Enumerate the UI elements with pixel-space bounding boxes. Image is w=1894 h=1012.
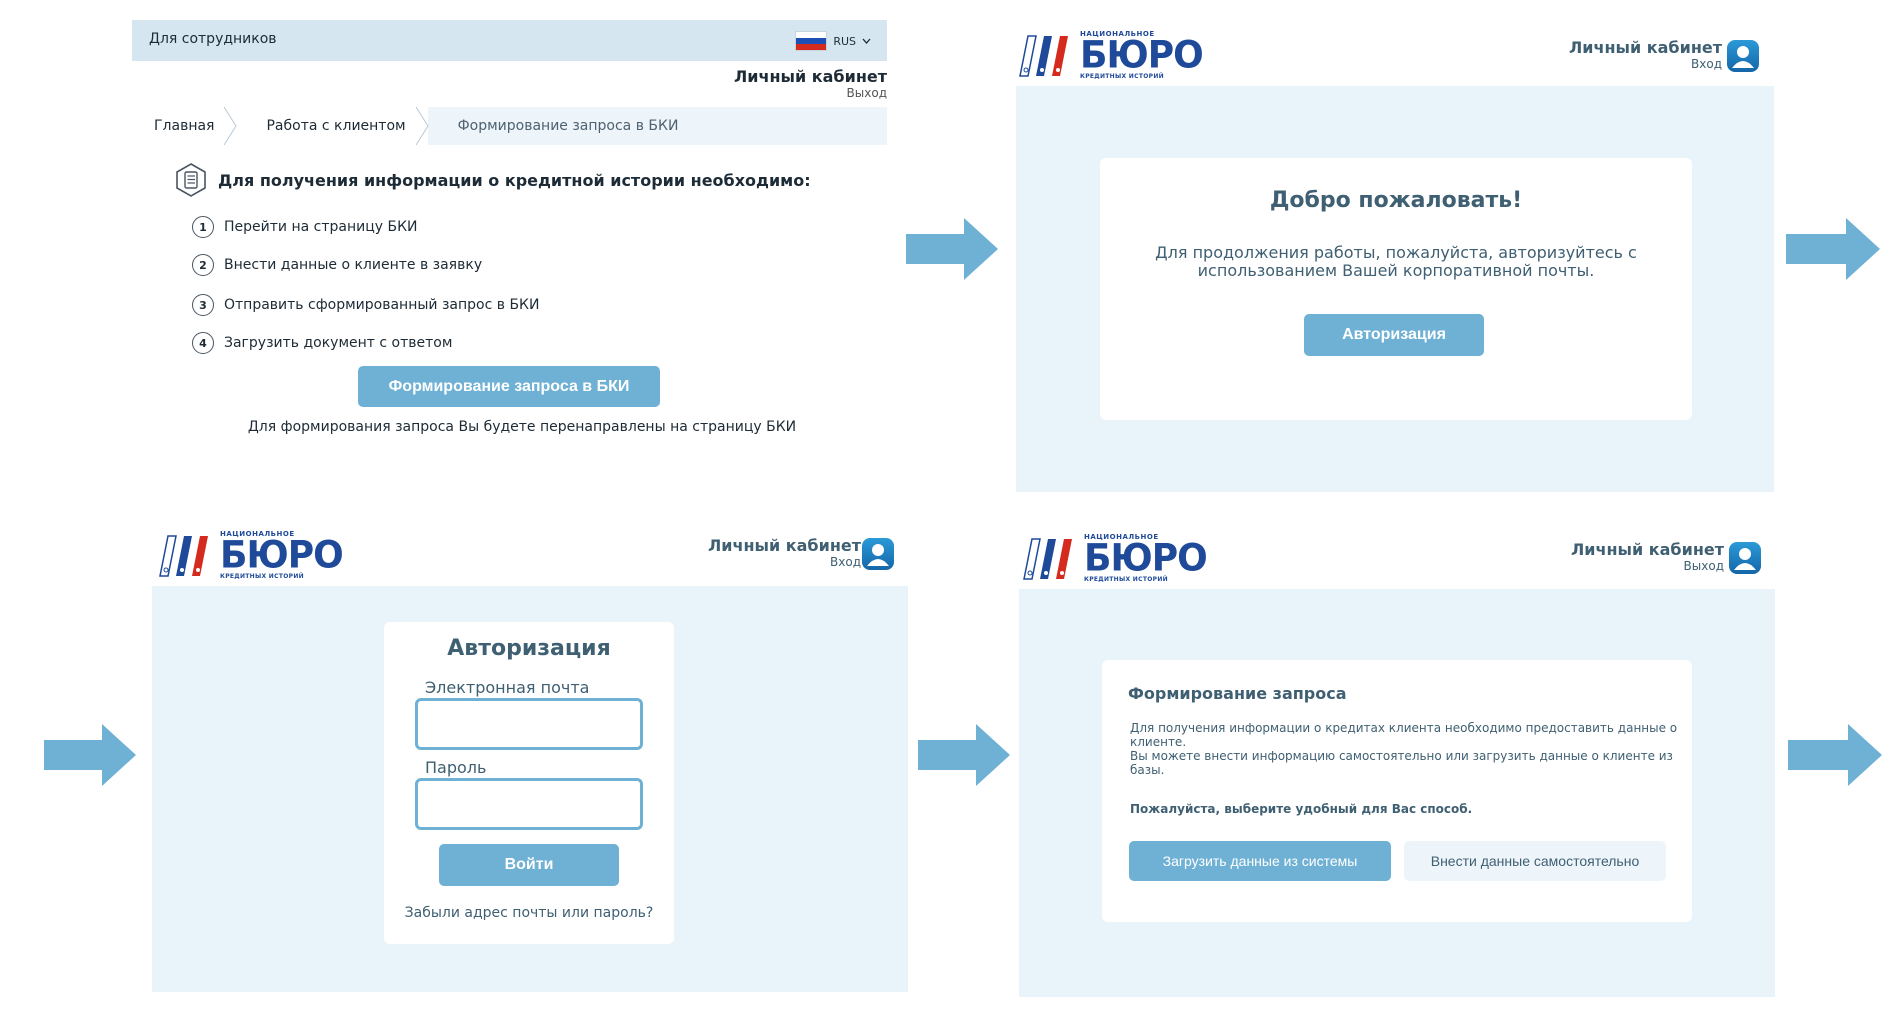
flag-ru-icon xyxy=(795,31,828,51)
cabinet-block: Личный кабинет Вход xyxy=(708,536,861,569)
arrow-right-icon xyxy=(1788,724,1882,786)
cabinet-block: Личный кабинет Вход xyxy=(1569,38,1722,71)
breadcrumb-item-home[interactable]: Главная xyxy=(132,107,238,145)
cabinet-title: Личный кабинет xyxy=(1568,38,1722,57)
welcome-card: Добро пожаловать! Для продолжения работы… xyxy=(1100,158,1692,420)
breadcrumb-label: Формирование запроса в БКИ xyxy=(457,118,679,134)
step-item: 3 Отправить сформированный запрос в БКИ xyxy=(192,294,539,316)
welcome-text-line: использованием Вашей корпоративной почты… xyxy=(1197,261,1595,280)
arrow-right-icon xyxy=(918,724,1010,786)
step-item: 1 Перейти на страницу БКИ xyxy=(192,216,417,238)
email-field[interactable] xyxy=(415,698,643,750)
redirect-note: Для формирования запроса Вы будете перен… xyxy=(247,419,797,435)
language-selector[interactable]: RUS xyxy=(795,31,871,51)
email-label: Электронная почта xyxy=(425,678,590,697)
password-field[interactable] xyxy=(415,778,643,830)
breadcrumb-label: Главная xyxy=(154,118,215,134)
document-list-icon xyxy=(176,163,206,197)
enter-manually-button[interactable]: Внести данные самостоятельно xyxy=(1404,841,1666,881)
step-number: 4 xyxy=(192,332,214,354)
chevron-down-icon xyxy=(862,38,871,44)
step-number: 3 xyxy=(192,294,214,316)
cabinet-block: Личный кабинет Выход xyxy=(1571,540,1724,573)
logo-text-main: БЮРО xyxy=(1084,536,1208,580)
breadcrumb-label: Работа с клиентом xyxy=(266,118,406,134)
user-avatar-icon[interactable] xyxy=(1729,542,1761,574)
logo-books-icon xyxy=(1023,538,1072,580)
arrow-right-icon xyxy=(1786,218,1880,280)
user-avatar-icon[interactable] xyxy=(1727,40,1759,72)
authorize-button[interactable]: Авторизация xyxy=(1304,314,1484,356)
step-text: Перейти на страницу БКИ xyxy=(224,219,418,235)
cabinet-title: Личный кабинет xyxy=(733,67,887,86)
step-number: 1 xyxy=(192,216,214,238)
forgot-password-link[interactable]: Забыли адрес почты или пароль? xyxy=(384,905,674,921)
create-request-button[interactable]: Формирование запроса в БКИ xyxy=(358,366,660,407)
logo-text-main: БЮРО xyxy=(1080,33,1204,77)
request-text-line: клиенте. xyxy=(1130,735,1187,749)
instructions-title: Для получения информации о кредитной ист… xyxy=(218,170,811,190)
cabinet-block: Личный кабинет Выход xyxy=(734,67,887,100)
cabinet-title: Личный кабинет xyxy=(707,536,861,555)
auth-card: Авторизация Электронная почта Пароль Вой… xyxy=(384,622,674,944)
step-number: 2 xyxy=(192,254,214,276)
nbki-logo[interactable]: НАЦИОНАЛЬНОЕ БЮРО КРЕДИТНЫХ ИСТОРИЙ xyxy=(158,530,344,580)
step-text: Загрузить документ с ответом xyxy=(224,335,453,351)
request-title: Формирование запроса xyxy=(1128,684,1347,703)
step-text: Внести данные о клиенте в заявку xyxy=(224,257,483,273)
arrow-right-icon xyxy=(906,218,998,280)
staff-link[interactable]: Для сотрудников xyxy=(149,31,277,47)
logout-link[interactable]: Выход xyxy=(1571,559,1724,573)
breadcrumb-separator-icon xyxy=(415,107,429,145)
staff-topbar: Для сотрудников RUS xyxy=(132,20,887,61)
step-text: Отправить сформированный запрос в БКИ xyxy=(224,297,540,313)
instructions-heading: Для получения информации о кредитной ист… xyxy=(174,163,811,197)
breadcrumb-item-current: Формирование запроса в БКИ xyxy=(427,107,701,145)
logo-text-main: БЮРО xyxy=(220,533,344,577)
breadcrumb-item-client[interactable]: Работа с клиентом xyxy=(236,107,429,145)
breadcrumb-separator-icon xyxy=(224,107,238,145)
welcome-text-line: Для продолжения работы, пожалуйста, авто… xyxy=(1155,243,1637,262)
request-text-line: Вы можете внести информацию самостоятель… xyxy=(1130,749,1673,763)
user-avatar-icon[interactable] xyxy=(862,538,894,570)
step-item: 4 Загрузить документ с ответом xyxy=(192,332,452,354)
step-item: 2 Внести данные о клиенте в заявку xyxy=(192,254,482,276)
request-prompt: Пожалуйста, выберите удобный для Вас спо… xyxy=(1130,802,1473,816)
password-label: Пароль xyxy=(425,758,487,777)
logout-link[interactable]: Выход xyxy=(734,86,887,100)
request-text-line: базы. xyxy=(1130,763,1165,777)
breadcrumb: Главная Работа с клиентом Формирование з… xyxy=(132,107,887,145)
welcome-title: Добро пожаловать! xyxy=(1269,188,1523,213)
logo-books-icon xyxy=(1019,35,1068,77)
auth-title: Авторизация xyxy=(447,636,611,661)
login-button[interactable]: Войти xyxy=(439,844,619,886)
cabinet-title: Личный кабинет xyxy=(1570,540,1724,559)
request-card: Формирование запроса Для получения инфор… xyxy=(1102,660,1692,922)
logo-books-icon xyxy=(159,535,208,577)
language-label: RUS xyxy=(833,34,856,48)
login-link[interactable]: Вход xyxy=(1569,57,1722,71)
login-link[interactable]: Вход xyxy=(708,555,861,569)
request-text-line: Для получения информации о кредитах клие… xyxy=(1130,721,1678,735)
arrow-right-icon xyxy=(44,724,136,786)
load-from-system-button[interactable]: Загрузить данные из системы xyxy=(1129,841,1391,881)
nbki-logo[interactable]: НАЦИОНАЛЬНОЕ БЮРО КРЕДИТНЫХ ИСТОРИЙ xyxy=(1018,30,1204,80)
nbki-logo[interactable]: НАЦИОНАЛЬНОЕ БЮРО КРЕДИТНЫХ ИСТОРИЙ xyxy=(1022,533,1208,583)
